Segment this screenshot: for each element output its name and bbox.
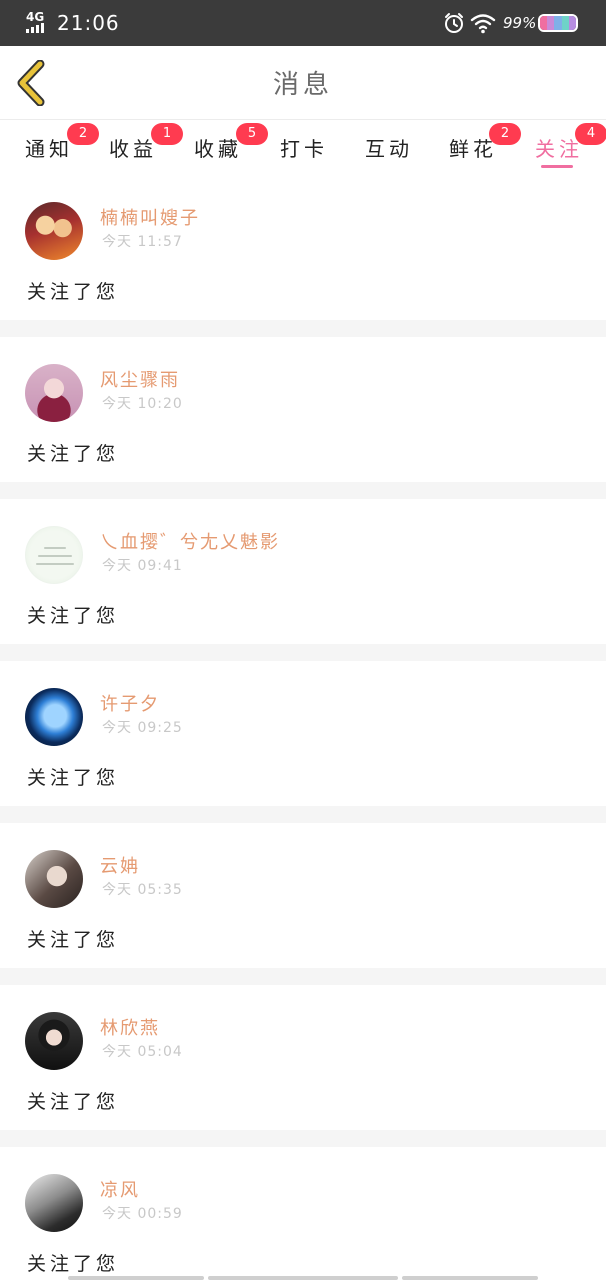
message-text: 关注了您 [27,281,120,303]
notification-badge: 2 [67,123,99,145]
avatar[interactable] [25,1174,83,1232]
header: 消息 [0,46,606,120]
list-item[interactable]: 楠楠叫嫂子 今天 11:57 关注了您 [0,175,606,320]
divider [0,644,606,661]
list-item[interactable]: 风尘骤雨 今天 10:20 关注了您 [0,337,606,482]
timestamp: 今天 10:20 [102,396,183,412]
navigation-bar [0,1274,606,1280]
signal-icon [26,23,44,33]
timestamp: 今天 09:25 [102,720,183,736]
nav-bar-segment[interactable] [68,1276,204,1280]
nav-bar-segment[interactable] [208,1276,398,1280]
timestamp: 今天 11:57 [102,234,183,250]
divider [0,482,606,499]
notification-badge: 2 [489,123,521,145]
divider [0,806,606,823]
message-text: 关注了您 [27,443,120,465]
notification-badge: 4 [575,123,606,145]
divider [0,968,606,985]
message-list: 楠楠叫嫂子 今天 11:57 关注了您 风尘骤雨 今天 10:20 关注了您 乀… [0,175,606,1280]
username[interactable]: 林欣燕 [100,1017,160,1041]
message-text: 关注了您 [27,1091,120,1113]
status-time: 21:06 [57,11,120,35]
timestamp: 今天 05:35 [102,882,183,898]
username[interactable]: 乀血撄゛兮尢乂魅影 [100,531,280,555]
tab-label: 打卡 [280,137,328,161]
message-text: 关注了您 [27,767,120,789]
message-text: 关注了您 [27,929,120,951]
tab-label: 通知 [25,137,73,161]
avatar[interactable] [25,850,83,908]
avatar[interactable] [25,364,83,422]
timestamp: 今天 00:59 [102,1206,183,1222]
notification-badge: 1 [151,123,183,145]
avatar[interactable] [25,202,83,260]
network-type: 4G [26,10,45,24]
status-bar: 4G 21:06 99% [0,0,606,46]
tab-label: 收藏 [194,137,242,161]
message-text: 关注了您 [27,605,120,627]
avatar[interactable] [25,526,83,584]
battery-percent: 99% [503,14,537,32]
page-title: 消息 [272,70,333,100]
active-tab-indicator [541,165,573,168]
list-item[interactable]: 乀血撄゛兮尢乂魅影 今天 09:41 关注了您 [0,499,606,644]
notification-badge: 5 [236,123,268,145]
nav-bar-segment[interactable] [402,1276,538,1280]
timestamp: 今天 05:04 [102,1044,183,1060]
username[interactable]: 楠楠叫嫂子 [100,207,200,231]
divider [0,320,606,337]
tab-label: 互动 [365,137,413,161]
avatar[interactable] [25,688,83,746]
avatar[interactable] [25,1012,83,1070]
username[interactable]: 凉风 [100,1179,140,1203]
divider [0,1130,606,1147]
alarm-icon [445,13,463,33]
username[interactable]: 许子夕 [100,693,160,717]
timestamp: 今天 09:41 [102,558,183,574]
list-item[interactable]: 云姌 今天 05:35 关注了您 [0,823,606,968]
battery-icon [538,14,578,32]
tab-label: 收益 [109,137,157,161]
list-item[interactable]: 凉风 今天 00:59 关注了您 [0,1147,606,1280]
list-item[interactable]: 林欣燕 今天 05:04 关注了您 [0,985,606,1130]
tab-bar: 通知 2 收益 1 收藏 5 打卡 互动 鲜花 2 关注 4 [0,121,606,173]
username[interactable]: 云姌 [100,855,140,879]
username[interactable]: 风尘骤雨 [100,369,180,393]
wifi-icon [470,14,496,34]
list-item[interactable]: 许子夕 今天 09:25 关注了您 [0,661,606,806]
